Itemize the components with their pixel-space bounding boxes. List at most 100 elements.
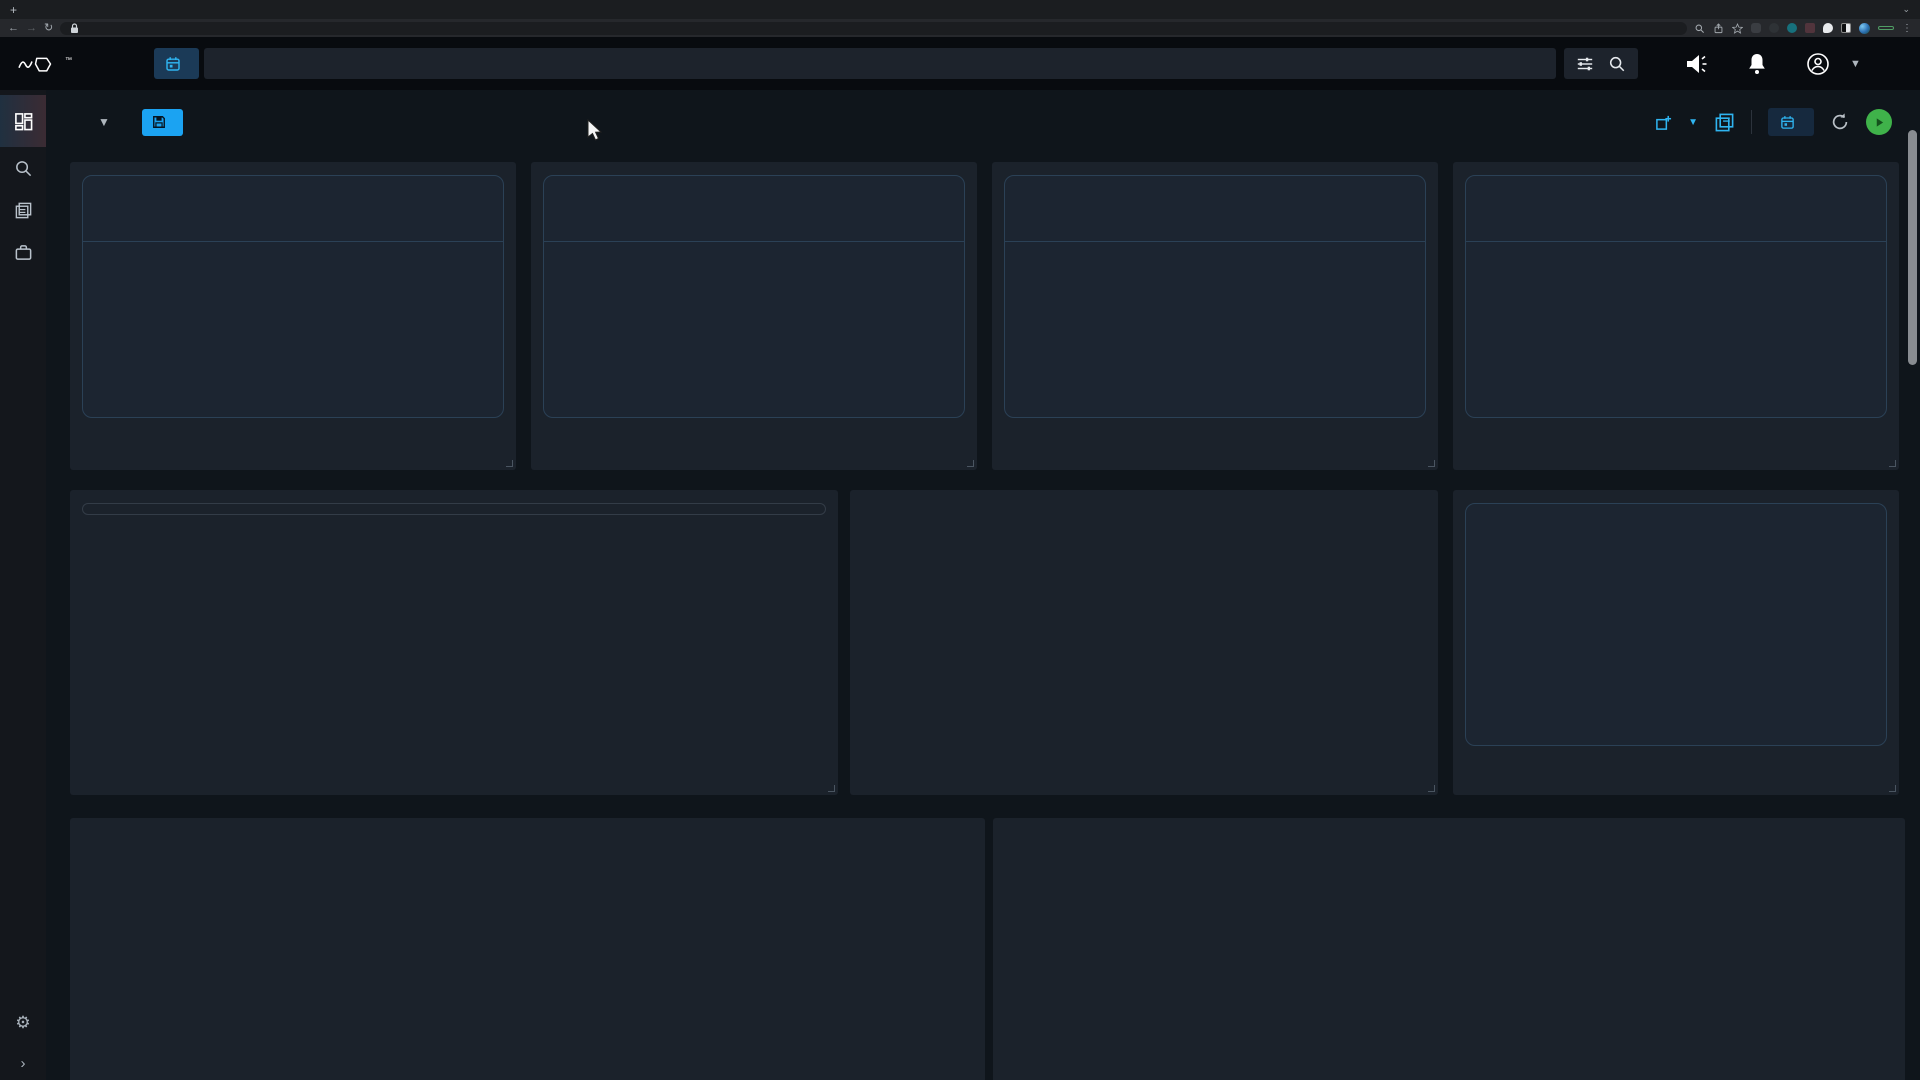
reload-icon[interactable]: ↻: [44, 23, 53, 34]
pages-icon: [14, 201, 33, 220]
dashboard-time-range-button[interactable]: [1768, 108, 1814, 136]
resize-handle[interactable]: [1889, 785, 1896, 792]
divider: [1751, 110, 1752, 134]
settings-gear-icon[interactable]: ⚙: [15, 1013, 30, 1033]
notifications-bell-icon[interactable]: [1746, 52, 1768, 76]
global-time-range-button[interactable]: [154, 48, 199, 79]
share-icon[interactable]: [1713, 23, 1724, 34]
account-icon[interactable]: [1806, 52, 1830, 76]
dashboard-title-chevron-icon[interactable]: ▼: [98, 115, 110, 129]
total-count-card: [1465, 175, 1887, 418]
widget-improbable-travel-alerts: [1453, 162, 1899, 470]
account-chevron-down-icon[interactable]: ▼: [1850, 58, 1861, 70]
browser-menu-dots-icon[interactable]: ⋮: [1902, 23, 1912, 34]
theme-toggle-icon[interactable]: [1841, 23, 1851, 33]
total-count-card: [1004, 175, 1426, 418]
widget-user-account-lockouts: [1453, 490, 1899, 795]
extension-icon[interactable]: [1805, 23, 1815, 33]
metric-label: [1466, 176, 1886, 187]
search-icon[interactable]: [1608, 55, 1626, 73]
logrhythm-logo: ™: [18, 52, 146, 76]
logrhythm-logo-icon: [18, 52, 58, 76]
browser-profile-avatar[interactable]: [1859, 23, 1870, 34]
screen: + ⌄ ← → ↻ ⋮: [0, 0, 1920, 1080]
metric-label: [83, 176, 503, 187]
bar-chart: [862, 504, 1426, 766]
app-header: ™ ▼: [0, 37, 1920, 90]
play-button[interactable]: [1866, 109, 1892, 135]
dashboards-grid-icon: [14, 112, 33, 131]
browser-tab-strip: + ⌄: [0, 0, 1920, 19]
refresh-icon[interactable]: [1830, 112, 1850, 132]
line-chart: [993, 858, 1905, 1078]
page-scrollbar[interactable]: [1908, 130, 1917, 365]
search-input[interactable]: [216, 56, 1544, 72]
new-tab-button[interactable]: +: [10, 3, 17, 19]
resize-handle[interactable]: [506, 460, 513, 467]
add-widget-icon: [1655, 114, 1672, 131]
widget-top-7-common-event: [850, 490, 1438, 795]
extension-icon[interactable]: [1769, 23, 1779, 33]
total-count-card: [82, 175, 504, 418]
zoom-icon[interactable]: [1694, 23, 1705, 34]
calendar-icon: [1780, 115, 1795, 130]
search-bar[interactable]: [204, 48, 1556, 79]
search-filter-box: [1564, 48, 1638, 79]
forward-icon[interactable]: →: [26, 23, 37, 34]
save-changes-button[interactable]: [142, 109, 183, 136]
address-bar[interactable]: [60, 22, 1687, 35]
trend-sparkline: [1005, 242, 1425, 416]
sidebar: ⚙ ›: [0, 90, 46, 1080]
sidebar-item-work[interactable]: [0, 231, 46, 273]
briefcase-icon: [14, 243, 33, 262]
filters-icon[interactable]: [1576, 55, 1594, 73]
back-icon[interactable]: ←: [8, 23, 19, 34]
resize-handle[interactable]: [967, 460, 974, 467]
expand-chevron-right-icon[interactable]: ›: [21, 1055, 26, 1072]
widget-number-of-logs: [531, 162, 977, 470]
total-count-card: [543, 175, 965, 418]
bookmark-star-icon[interactable]: [1732, 23, 1743, 34]
chevron-down-icon[interactable]: ⌄: [1902, 4, 1910, 19]
play-icon: [1874, 117, 1885, 128]
toolbar-right: ▼: [1655, 108, 1892, 136]
extensions-puzzle-icon[interactable]: [1823, 23, 1833, 33]
browser-update-button[interactable]: [1878, 26, 1894, 30]
sidebar-bottom: ⚙ ›: [0, 1013, 46, 1072]
resize-handle[interactable]: [1428, 460, 1435, 467]
chart-legend: [82, 503, 826, 515]
announcements-icon[interactable]: [1684, 52, 1708, 76]
extension-icon[interactable]: [1787, 23, 1797, 33]
lock-icon: [69, 23, 80, 34]
browser-toolbar: ← → ↻ ⋮: [0, 19, 1920, 37]
copy-dashboard-icon[interactable]: [1714, 112, 1735, 133]
sidebar-item-cases[interactable]: [0, 189, 46, 231]
dashboard-toolbar: ▼ ▼: [46, 90, 1920, 154]
add-widget-chevron-icon: ▼: [1688, 117, 1698, 128]
trend-sparkline: [1466, 242, 1886, 416]
stacked-bar-chart: [82, 525, 826, 710]
browser-action-icons: ⋮: [1694, 23, 1912, 34]
metric-label: [544, 176, 964, 187]
trend-sparkline: [83, 242, 503, 416]
total-count-card: [1465, 503, 1887, 746]
header-right-icons: ▼: [1684, 52, 1861, 76]
widget-log-count-by-hour: [70, 818, 985, 1080]
extension-icon[interactable]: [1751, 23, 1761, 33]
sidebar-item-search[interactable]: [0, 147, 46, 189]
calendar-icon: [165, 56, 181, 72]
add-widget-button[interactable]: ▼: [1655, 114, 1698, 131]
resize-handle[interactable]: [1889, 460, 1896, 467]
sidebar-item-dashboards[interactable]: [0, 95, 46, 147]
search-icon: [14, 159, 33, 178]
metric-label: [1005, 176, 1425, 187]
line-chart: [70, 858, 985, 1078]
widget-privileged-group-activity: [993, 818, 1905, 1080]
resize-handle[interactable]: [828, 785, 835, 792]
dashboard-main: ▼ ▼: [46, 90, 1920, 1080]
trend-sparkline: [544, 242, 964, 416]
widget-logon-failures: [992, 162, 1438, 470]
widget-analytics-observations: [70, 162, 516, 470]
brand-name: ™: [65, 53, 72, 74]
resize-handle[interactable]: [1428, 785, 1435, 792]
